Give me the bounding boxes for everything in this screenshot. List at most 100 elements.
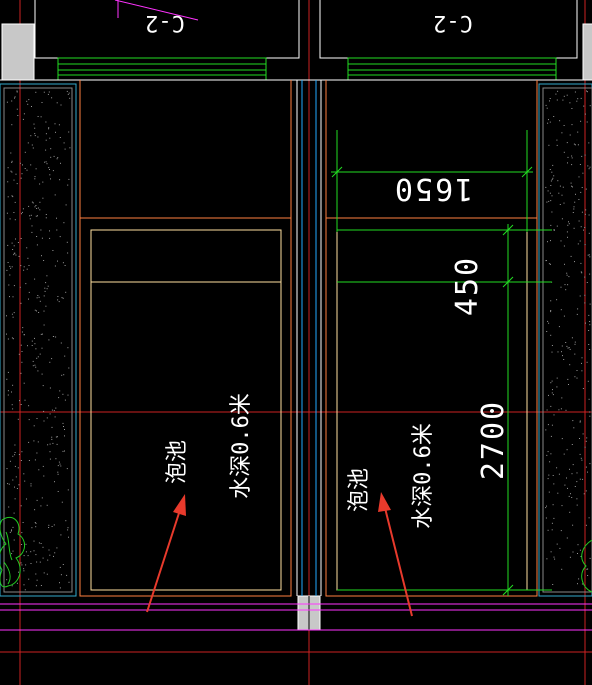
stipple-dot — [24, 589, 26, 591]
stipple-dot — [585, 209, 587, 211]
stipple-dot — [57, 465, 59, 467]
stipple-dot — [49, 230, 50, 232]
stipple-dot — [576, 504, 578, 506]
stipple-dot — [30, 164, 32, 166]
stipple-dot — [553, 414, 555, 416]
stipple-dot — [63, 142, 65, 144]
stipple-dot — [40, 585, 42, 586]
stipple-dot — [12, 338, 14, 340]
stipple-dot — [64, 265, 66, 266]
stipple-dot — [41, 347, 43, 349]
stipple-dot — [550, 200, 552, 202]
stipple-dot — [553, 175, 555, 177]
stipple-dot — [6, 101, 8, 103]
stipple-dot — [550, 185, 552, 186]
stipple-dot — [34, 178, 36, 180]
stipple-dot — [37, 370, 39, 372]
stipple-dot — [31, 225, 33, 227]
stipple-dot — [20, 177, 22, 179]
stipple-dot — [9, 531, 11, 533]
stipple-dot — [14, 444, 16, 446]
stipple-dot — [7, 483, 9, 485]
stipple-dot — [49, 443, 51, 445]
stipple-dot — [17, 115, 19, 116]
stipple-dot — [571, 497, 573, 498]
stipple-dot — [43, 410, 45, 412]
stipple-dot — [581, 362, 582, 364]
stipple-dot — [552, 389, 553, 391]
stipple-dot — [20, 562, 22, 564]
stipple-dot — [51, 436, 53, 438]
stipple-dot — [23, 473, 25, 475]
stipple-dot — [49, 413, 51, 415]
stipple-dot — [564, 284, 566, 286]
stipple-dot — [51, 426, 53, 428]
stipple-dot — [549, 98, 551, 99]
stipple-dot — [562, 355, 563, 357]
stipple-dot — [53, 155, 55, 157]
stipple-dot — [36, 579, 38, 581]
stipple-dot — [579, 420, 581, 422]
stipple-dot — [11, 337, 13, 339]
stipple-dot — [62, 450, 64, 452]
stipple-dot — [587, 471, 588, 473]
stipple-dot — [34, 459, 36, 461]
stipple-dot — [32, 147, 34, 149]
stipple-dot — [574, 376, 576, 378]
stipple-dot — [549, 461, 551, 463]
stipple-dot — [11, 391, 12, 393]
stipple-dot — [40, 505, 42, 507]
stipple-dot — [566, 537, 568, 539]
stipple-dot — [69, 97, 71, 99]
stipple-dot — [54, 481, 55, 483]
stipple-dot — [49, 137, 51, 139]
stipple-dot — [7, 394, 9, 396]
stipple-dot — [18, 454, 20, 455]
stipple-dot — [29, 218, 31, 220]
stipple-dot — [6, 333, 7, 335]
stipple-dot — [11, 161, 13, 163]
stipple-dot — [580, 271, 582, 273]
stipple-dot — [42, 181, 44, 183]
stipple-dot — [66, 90, 68, 92]
stipple-dot — [553, 229, 555, 230]
stipple-dot — [11, 100, 13, 102]
stipple-dot — [581, 370, 583, 372]
stipple-dot — [61, 297, 63, 299]
stipple-dot — [43, 260, 45, 261]
stipple-dot — [6, 378, 8, 380]
stipple-dot — [18, 353, 20, 355]
stipple-dot — [6, 212, 8, 214]
stipple-dot — [562, 186, 564, 188]
stipple-dot — [57, 157, 59, 159]
stipple-dot — [20, 505, 22, 507]
stipple-dot — [561, 132, 563, 134]
stipple-dot — [571, 185, 572, 187]
stipple-dot — [49, 387, 51, 389]
stipple-dot — [18, 255, 20, 257]
stipple-dot — [28, 99, 30, 101]
stipple-dot — [573, 143, 575, 145]
stipple-dot — [58, 301, 60, 303]
stipple-dot — [566, 274, 568, 276]
stipple-dot — [586, 361, 588, 363]
stipple-dot — [41, 255, 42, 257]
stipple-dot — [54, 194, 56, 196]
stipple-dot — [588, 214, 590, 216]
stipple-dot — [20, 265, 22, 267]
stipple-dot — [45, 217, 47, 219]
stipple-dot — [14, 454, 16, 456]
stipple-dot — [67, 529, 69, 531]
stipple-dot — [12, 526, 14, 528]
stipple-dot — [34, 133, 36, 135]
stipple-dot — [550, 311, 552, 313]
stipple-dot — [560, 286, 562, 288]
stipple-dot — [27, 345, 28, 347]
stipple-dot — [23, 113, 25, 115]
stipple-dot — [589, 349, 591, 350]
stipple-dot — [548, 394, 549, 396]
stipple-dot — [23, 382, 25, 384]
stipple-dot — [556, 299, 558, 301]
stipple-dot — [569, 556, 571, 558]
stipple-dot — [558, 409, 560, 411]
